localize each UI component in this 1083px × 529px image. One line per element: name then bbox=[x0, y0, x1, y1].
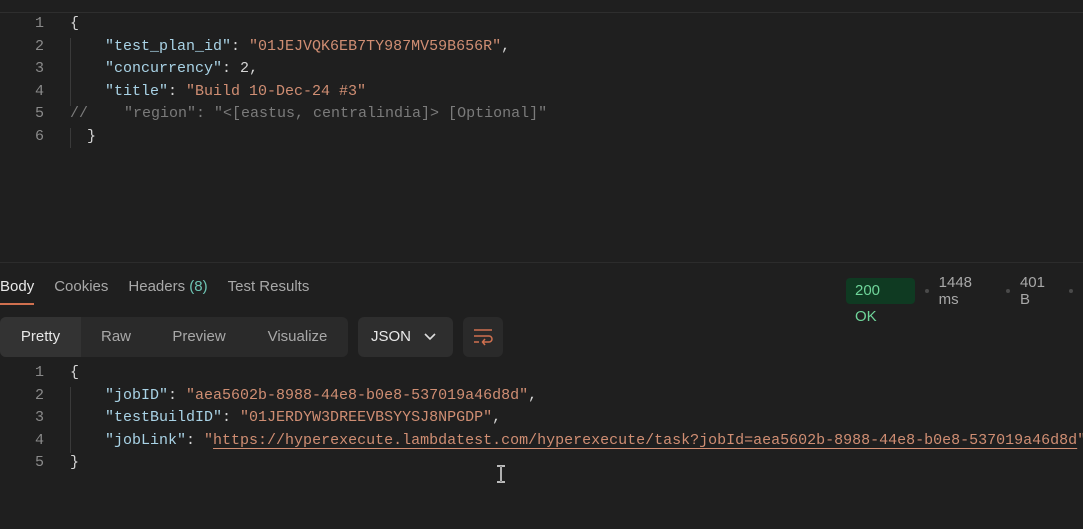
line-number: 4 bbox=[34, 82, 44, 100]
json-key: "title" bbox=[105, 82, 169, 100]
tab-body[interactable]: Body bbox=[0, 276, 35, 306]
json-key: "concurrency" bbox=[105, 60, 223, 78]
line-number: 6 bbox=[34, 127, 44, 145]
job-link[interactable]: https://hyperexecute.lambdatest.com/hype… bbox=[213, 432, 1077, 449]
tab-cookies[interactable]: Cookies bbox=[54, 276, 108, 306]
json-key: "jobLink" bbox=[105, 431, 187, 449]
code-brace: { bbox=[70, 15, 80, 32]
headers-count: (8) bbox=[189, 278, 208, 295]
request-body-editor[interactable]: 1{ 2 "test_plan_id": "01JEJVQK6EB7TY987MV… bbox=[0, 13, 1083, 149]
json-value: "aea5602b-8988-44e8-b0e8-537019a46d8d" bbox=[186, 386, 529, 404]
wrap-lines-button[interactable] bbox=[463, 317, 503, 357]
line-number: 4 bbox=[34, 431, 44, 449]
status-badge[interactable]: 200 OK bbox=[846, 278, 915, 325]
tab-test-results[interactable]: Test Results bbox=[228, 276, 310, 306]
format-select[interactable]: JSON bbox=[358, 317, 453, 357]
view-mode-visualize[interactable]: Visualize bbox=[247, 317, 348, 357]
json-key: "testBuildID" bbox=[105, 409, 223, 427]
line-number: 5 bbox=[34, 105, 44, 123]
json-key: "test_plan_id" bbox=[105, 37, 232, 55]
view-mode-preview[interactable]: Preview bbox=[151, 317, 247, 357]
response-size[interactable]: 401 B bbox=[1020, 274, 1059, 308]
code-brace: } bbox=[70, 454, 80, 472]
json-value: "01JEJVQK6EB7TY987MV59B656R" bbox=[249, 37, 502, 55]
line-number: 3 bbox=[34, 60, 44, 78]
line-number: 2 bbox=[34, 37, 44, 55]
view-mode-raw[interactable]: Raw bbox=[81, 317, 151, 357]
view-mode-segmented-control: Pretty Raw Preview Visualize bbox=[0, 317, 348, 357]
json-value: "01JERDYW3DREEVBSYYSJ8NPGDP" bbox=[240, 409, 493, 427]
view-mode-pretty[interactable]: Pretty bbox=[0, 317, 81, 357]
json-key: "jobID" bbox=[105, 386, 169, 404]
json-value: "Build 10-Dec-24 #3" bbox=[186, 82, 367, 100]
line-number: 1 bbox=[34, 15, 44, 32]
separator-dot bbox=[924, 289, 929, 293]
line-number: 5 bbox=[34, 454, 44, 472]
line-number: 3 bbox=[34, 409, 44, 427]
json-value: 2 bbox=[240, 60, 250, 78]
code-brace: { bbox=[70, 364, 80, 381]
text-cursor-icon bbox=[497, 465, 505, 483]
separator-dot bbox=[1069, 289, 1073, 293]
response-status: 200 OK 1448 ms 401 B bbox=[846, 274, 1083, 325]
format-select-value: JSON bbox=[371, 328, 412, 345]
response-body-viewer[interactable]: 1{ 2 "jobID": "aea5602b-8988-44e8-b0e8-53… bbox=[0, 362, 1083, 475]
wrap-lines-icon bbox=[474, 329, 493, 346]
code-comment: // "region": "<[eastus, centralindia]> [… bbox=[70, 105, 548, 123]
code-brace: } bbox=[87, 127, 97, 145]
tab-headers[interactable]: Headers (8) bbox=[128, 276, 207, 306]
line-number: 2 bbox=[34, 386, 44, 404]
chevron-down-icon bbox=[424, 333, 436, 341]
line-number: 1 bbox=[34, 364, 44, 381]
response-tabs: Body Cookies Headers (8) Test Results bbox=[0, 276, 329, 306]
response-time[interactable]: 1448 ms bbox=[939, 274, 996, 308]
tab-headers-label: Headers bbox=[128, 278, 186, 295]
separator-dot bbox=[1005, 289, 1010, 293]
pane-divider[interactable] bbox=[0, 262, 1083, 263]
